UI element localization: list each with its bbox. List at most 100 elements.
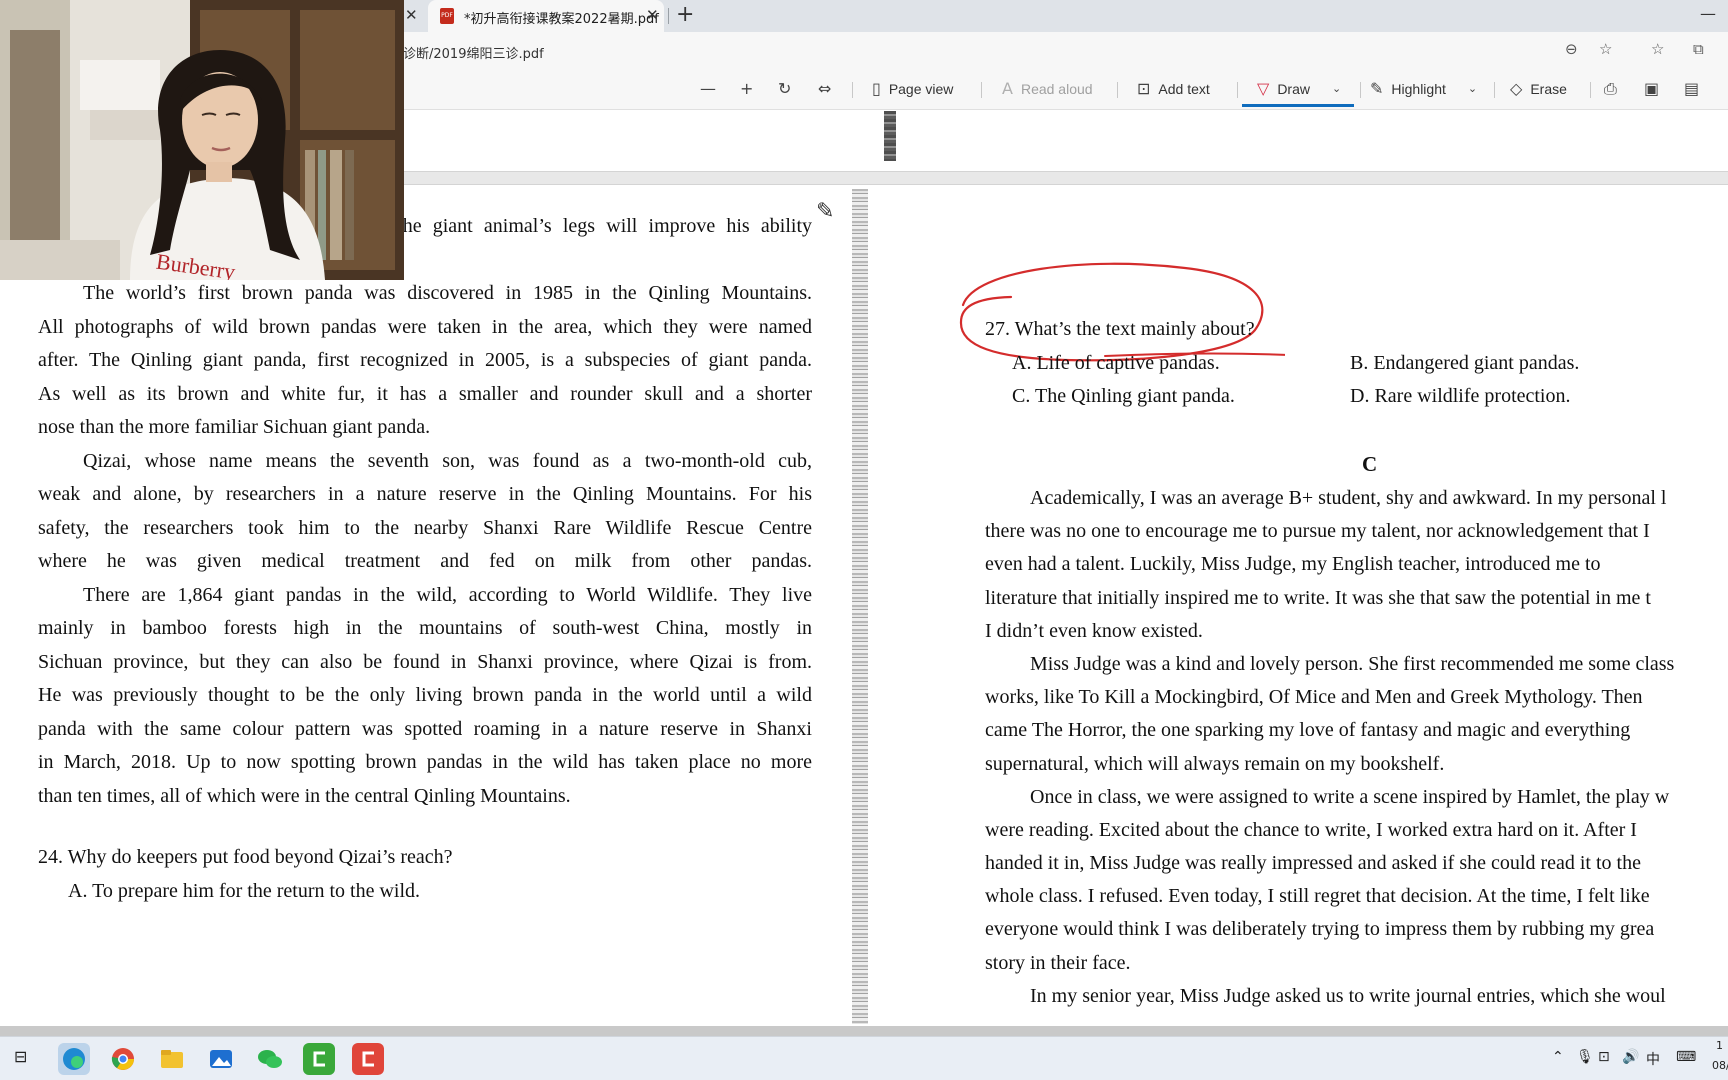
- highlight-label: Highlight: [1391, 80, 1446, 97]
- text-line: Miss Judge was a kind and lovely person.…: [1030, 652, 1675, 675]
- toolbar-divider: [1360, 82, 1361, 98]
- collections-icon[interactable]: ⧉: [1693, 40, 1704, 58]
- text-line: weak and alone, by researchers in a natu…: [38, 483, 812, 505]
- draw-active-indicator: [1242, 104, 1354, 107]
- question-27: 27. What’s the text mainly about?: [985, 318, 1255, 340]
- tab-title: *初升高衔接课教案2022暑期.pdf: [464, 12, 659, 27]
- text-line: panda with the same colour pattern was s…: [38, 717, 812, 740]
- close-tab-icon[interactable]: ✕: [405, 6, 418, 24]
- app-c-red-icon[interactable]: [352, 1043, 384, 1075]
- text-line: than ten times, all of which were in the…: [38, 784, 571, 807]
- favorite-add-icon[interactable]: ☆: [1599, 40, 1612, 58]
- read-aloud-icon: A: [1002, 79, 1013, 98]
- keyboard-icon[interactable]: ⌨: [1676, 1049, 1696, 1065]
- text-line: All photographs of wild brown pandas wer…: [38, 315, 812, 338]
- draw-button[interactable]: ▽ Draw ⌄: [1257, 79, 1341, 98]
- add-text-icon: ⊡: [1137, 79, 1151, 98]
- text-line: In my senior year, Miss Judge asked us t…: [1030, 984, 1666, 1007]
- text-line: story in their face.: [985, 951, 1131, 974]
- save-button[interactable]: ▣: [1644, 79, 1659, 98]
- draw-icon: ▽: [1257, 79, 1270, 98]
- question-27-option-c: C. The Qinling giant panda.: [1012, 385, 1235, 407]
- read-aloud-label: Read aloud: [1020, 80, 1093, 97]
- fit-icon: ⇔: [818, 79, 832, 98]
- chevron-down-icon[interactable]: ⌄: [1332, 82, 1341, 95]
- chevron-down-icon[interactable]: ⌄: [1468, 82, 1477, 95]
- text-line: where he was given medical treatment and…: [38, 550, 812, 572]
- zoom-in-button[interactable]: +: [740, 79, 753, 98]
- rotate-icon: ↻: [778, 79, 792, 98]
- network-icon[interactable]: ⊡: [1598, 1049, 1610, 1065]
- windows-taskbar: ⊟ ⌃ 🎙 ⊡ 🔊 中 ⌨ 1 08/: [0, 1036, 1728, 1080]
- text-line: nose than the more familiar Sichuan gian…: [38, 416, 431, 438]
- pdf-icon: PDF: [440, 8, 454, 24]
- new-tab-button[interactable]: +: [676, 2, 694, 27]
- toolbar-divider: [981, 82, 982, 98]
- question-24: 24. Why do keepers put food beyond Qizai…: [38, 846, 453, 868]
- webcam-overlay: Burberry: [0, 0, 404, 280]
- question-27-option-d: D. Rare wildlife protection.: [1350, 385, 1571, 407]
- volume-icon[interactable]: 🔊: [1622, 1049, 1639, 1065]
- zoom-out-button[interactable]: —: [700, 79, 716, 98]
- save-as-button[interactable]: ▤: [1684, 79, 1699, 98]
- page-scan-edge: [884, 111, 896, 161]
- tab-active-pdf[interactable]: PDF *初升高衔接课教案2022暑期.pdf ✕: [428, 0, 664, 32]
- save-icon: ▣: [1644, 79, 1660, 98]
- highlight-button[interactable]: ✎ Highlight ⌄: [1370, 79, 1477, 98]
- toolbar-divider: [852, 82, 853, 98]
- text-line: The world’s first brown panda was discov…: [83, 282, 812, 304]
- minimize-button[interactable]: —: [1700, 4, 1716, 23]
- chevron-up-icon[interactable]: ⌃: [1552, 1049, 1564, 1065]
- question-27-option-a: A. Life of captive pandas.: [1012, 352, 1220, 374]
- wechat-icon[interactable]: [254, 1043, 286, 1075]
- photos-icon[interactable]: [205, 1043, 237, 1075]
- eraser-icon: ◇: [1510, 79, 1523, 98]
- text-line: literature that initially inspired me to…: [985, 586, 1651, 609]
- draw-label: Draw: [1277, 80, 1310, 97]
- text-line: Qizai, whose name means the seventh son,…: [83, 449, 812, 472]
- toolbar-divider: [1117, 82, 1118, 98]
- favorites-icon[interactable]: ☆: [1651, 40, 1664, 58]
- page-view-label: Page view: [888, 80, 954, 97]
- clock-time[interactable]: 1: [1716, 1039, 1723, 1052]
- section-heading: C: [1362, 452, 1378, 476]
- text-line: were reading. Excited about the chance t…: [985, 818, 1637, 841]
- read-aloud-button[interactable]: A Read aloud: [1002, 79, 1093, 98]
- zoom-icon[interactable]: ⊖: [1565, 40, 1578, 58]
- print-button[interactable]: ⎙: [1604, 79, 1617, 99]
- edge-icon[interactable]: [58, 1043, 90, 1075]
- pencil-icon[interactable]: ✎: [816, 199, 834, 224]
- close-tab-icon[interactable]: ✕: [646, 6, 659, 24]
- tab-separator: [668, 8, 669, 24]
- erase-label: Erase: [1530, 80, 1567, 97]
- page-view-icon: ▯: [872, 79, 881, 98]
- toolbar-divider: [1590, 82, 1591, 98]
- erase-button[interactable]: ◇ Erase: [1510, 79, 1567, 98]
- toolbar-divider: [1237, 82, 1238, 98]
- ime-indicator[interactable]: 中: [1646, 1049, 1660, 1069]
- horizontal-scrollbar[interactable]: [0, 1026, 1728, 1036]
- add-text-button[interactable]: ⊡ Add text: [1137, 79, 1210, 98]
- app-c-green-icon[interactable]: [303, 1043, 335, 1075]
- save-as-icon: ▤: [1684, 79, 1700, 98]
- task-view-icon[interactable]: ⊟: [14, 1047, 27, 1066]
- text-line: came The Horror, the one sparking my lov…: [985, 719, 1631, 742]
- text-line: mainly in bamboo forests high in the mou…: [38, 617, 812, 639]
- text-line: He was previously thought to be the only…: [38, 684, 812, 706]
- text-line: As well as its brown and white fur, it h…: [38, 382, 812, 405]
- address-url[interactable]: 诊断/2019绵阳三诊.pdf: [403, 43, 544, 62]
- question-27-option-b: B. Endangered giant pandas.: [1350, 352, 1580, 374]
- text-line: Once in class, we were assigned to write…: [1030, 785, 1670, 808]
- chrome-icon[interactable]: [107, 1043, 139, 1075]
- text-line: I didn’t even know existed.: [985, 619, 1203, 642]
- text-line: handed it in, Miss Judge was really impr…: [985, 852, 1641, 875]
- fit-page-button[interactable]: ⇔: [818, 79, 831, 98]
- microphone-icon[interactable]: 🎙: [1576, 1049, 1594, 1065]
- highlighter-icon: ✎: [1370, 79, 1384, 98]
- clock-date[interactable]: 08/: [1712, 1059, 1728, 1072]
- page-view-button[interactable]: ▯ Page view: [872, 79, 953, 98]
- file-explorer-icon[interactable]: [156, 1043, 188, 1075]
- rotate-button[interactable]: ↻: [778, 79, 791, 98]
- book-spine-shadow: [852, 189, 868, 1024]
- right-page-text: Academically, I was an average B+ studen…: [985, 482, 1728, 1013]
